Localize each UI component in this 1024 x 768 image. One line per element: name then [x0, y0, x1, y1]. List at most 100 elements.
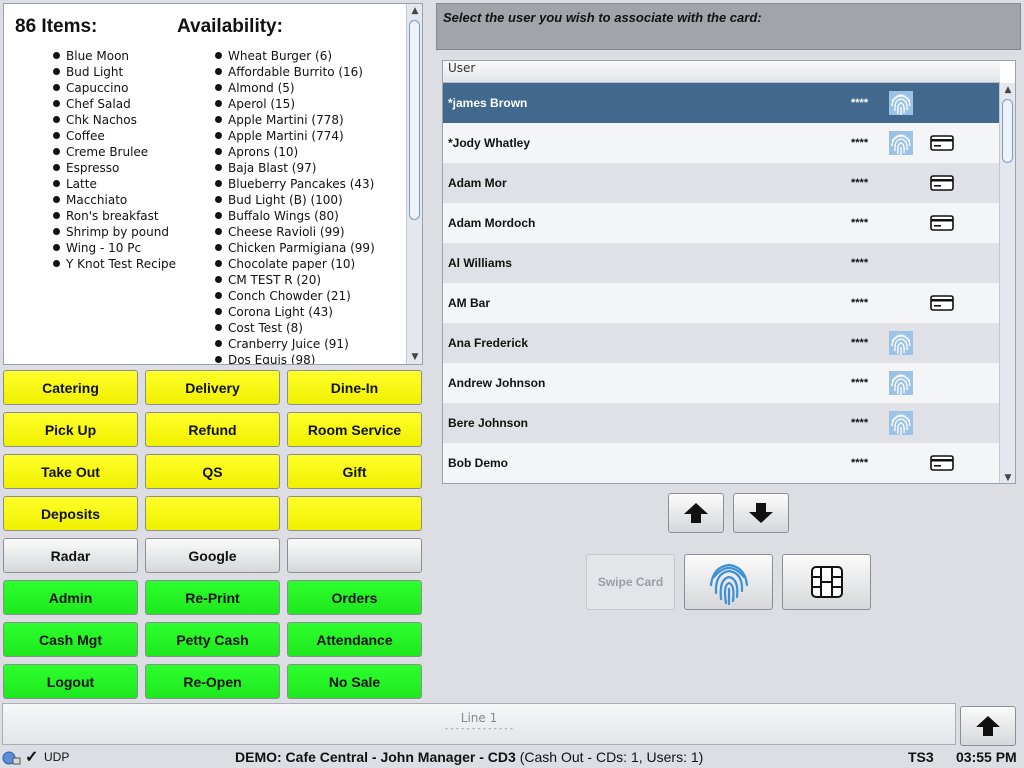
- pick-up-button[interactable]: Pick Up: [3, 412, 138, 447]
- user-pin: ****: [851, 377, 869, 389]
- chip-card-button[interactable]: [782, 554, 871, 610]
- availability-item: Buffalo Wings (80): [215, 208, 375, 224]
- delivery-button[interactable]: Delivery: [145, 370, 280, 405]
- cash-mgt-button[interactable]: Cash Mgt: [3, 622, 138, 657]
- user-row[interactable]: Adam Mordoch ****: [443, 203, 1000, 243]
- user-row[interactable]: Adam Mor ****: [443, 163, 1000, 203]
- availability-item: Wheat Burger (6): [215, 48, 375, 64]
- line-label: Line 1: [460, 711, 498, 725]
- credit-card-icon: [930, 295, 954, 311]
- user-pin: ****: [851, 337, 869, 349]
- user-row[interactable]: Bere Johnson ****: [443, 403, 1000, 443]
- scroll-thumb[interactable]: [409, 20, 420, 220]
- gift-button[interactable]: Gift: [287, 454, 422, 489]
- petty-cash-button[interactable]: Petty Cash: [145, 622, 280, 657]
- order-line-display: Line 1 -------------: [2, 703, 956, 745]
- availability-item: Apple Martini (774): [215, 128, 375, 144]
- fingerprint-icon: [889, 91, 913, 115]
- blank-3-1-button[interactable]: [145, 496, 280, 531]
- availability-item: Dos Equis (98): [215, 352, 375, 364]
- user-pin: ****: [851, 417, 869, 429]
- user-name: AM Bar: [448, 296, 491, 310]
- user-row[interactable]: *Jody Whatley ****: [443, 123, 1000, 163]
- google-button[interactable]: Google: [145, 538, 280, 573]
- admin-button[interactable]: Admin: [3, 580, 138, 615]
- swipe-card-button[interactable]: Swipe Card: [586, 554, 675, 610]
- availability-item: Aperol (15): [215, 96, 375, 112]
- deposits-button[interactable]: Deposits: [3, 496, 138, 531]
- dine-in-button[interactable]: Dine-In: [287, 370, 422, 405]
- scroll-thumb[interactable]: [1002, 99, 1013, 163]
- radar-button[interactable]: Radar: [3, 538, 138, 573]
- re-open-button[interactable]: Re-Open: [145, 664, 280, 699]
- status-main: DEMO: Cafe Central - John Manager - CD3 …: [235, 749, 703, 765]
- user-table-scrollbar[interactable]: ▲ ▼: [999, 83, 1015, 483]
- availability-panel: 86 Items: Availability: Blue Moon Bud Lig…: [3, 3, 423, 365]
- user-row[interactable]: Andrew Johnson ****: [443, 363, 1000, 403]
- availability-item: Cranberry Juice (91): [215, 336, 375, 352]
- scroll-up-button[interactable]: [668, 493, 724, 533]
- availability-item: Corona Light (43): [215, 304, 375, 320]
- re-print-button[interactable]: Re-Print: [145, 580, 280, 615]
- credit-card-icon: [930, 135, 954, 151]
- fingerprint-icon: [889, 411, 913, 435]
- user-row[interactable]: Ana Frederick ****: [443, 323, 1000, 363]
- refund-button[interactable]: Refund: [145, 412, 280, 447]
- scroll-up-icon[interactable]: ▲: [1000, 83, 1015, 97]
- room-service-button[interactable]: Room Service: [287, 412, 422, 447]
- scroll-up-icon[interactable]: ▲: [407, 4, 422, 18]
- user-pin: ****: [851, 137, 869, 149]
- credit-card-icon: [930, 215, 954, 231]
- orders-button[interactable]: Orders: [287, 580, 422, 615]
- fingerprint-button[interactable]: [684, 554, 773, 610]
- user-name: Bob Demo: [448, 456, 508, 470]
- credit-card-icon: [930, 455, 954, 471]
- catering-button[interactable]: Catering: [3, 370, 138, 405]
- item-item: Chk Nachos: [53, 112, 176, 128]
- item-item: Espresso: [53, 160, 176, 176]
- item-item: Coffee: [53, 128, 176, 144]
- item-item: Creme Brulee: [53, 144, 176, 160]
- user-row[interactable]: *james Brown ****: [443, 83, 1000, 123]
- logout-button[interactable]: Logout: [3, 664, 138, 699]
- item-item: Y Knot Test Recipe: [53, 256, 176, 272]
- no-sale-button[interactable]: No Sale: [287, 664, 422, 699]
- scroll-down-button[interactable]: [733, 493, 789, 533]
- availability-scrollbar[interactable]: ▲ ▼: [406, 4, 422, 364]
- availability-item: Chicken Parmigiana (99): [215, 240, 375, 256]
- attendance-button[interactable]: Attendance: [287, 622, 422, 657]
- item-item: Latte: [53, 176, 176, 192]
- availability-item: Almond (5): [215, 80, 375, 96]
- check-icon: ✓: [25, 749, 39, 766]
- user-row[interactable]: Al Williams ****: [443, 243, 1000, 283]
- user-name: Bere Johnson: [448, 416, 529, 430]
- user-name: Ana Frederick: [448, 336, 529, 350]
- qs-button[interactable]: QS: [145, 454, 280, 489]
- udp-label: UDP: [44, 750, 70, 764]
- availability-item: Cost Test (8): [215, 320, 375, 336]
- user-table: User *james Brown **** *Jody Whatley **** Ad…: [442, 60, 1016, 484]
- status-bar: ✓ UDP DEMO: Cafe Central - John Manager …: [0, 747, 1024, 768]
- item-item: Macchiato: [53, 192, 176, 208]
- scroll-down-icon[interactable]: ▼: [1000, 471, 1015, 483]
- user-row[interactable]: AM Bar ****: [443, 283, 1000, 323]
- blank-3-2-button[interactable]: [287, 496, 422, 531]
- arrow-down-icon: [749, 503, 773, 523]
- fingerprint-icon: [889, 371, 913, 395]
- 86-items-list: Blue Moon Bud Light Capuccino Chef Salad Chk…: [53, 48, 176, 272]
- user-row[interactable]: Bob Demo ****: [443, 443, 1000, 483]
- availability-item: Aprons (10): [215, 144, 375, 160]
- clock: 03:55 PM: [956, 749, 1017, 765]
- user-pin: ****: [851, 457, 869, 469]
- line-up-button[interactable]: [960, 706, 1016, 746]
- items-heading: 86 Items:: [15, 16, 98, 37]
- terminal-label: TS3: [908, 749, 934, 765]
- status-detail: (Cash Out - CDs: 1, Users: 1): [519, 749, 704, 765]
- item-item: Blue Moon: [53, 48, 176, 64]
- blank-4-2-button[interactable]: [287, 538, 422, 573]
- user-column-header[interactable]: User: [443, 61, 1000, 83]
- user-name: *Jody Whatley: [448, 136, 531, 150]
- scroll-down-icon[interactable]: ▼: [407, 350, 422, 364]
- take-out-button[interactable]: Take Out: [3, 454, 138, 489]
- fingerprint-icon: [889, 131, 913, 155]
